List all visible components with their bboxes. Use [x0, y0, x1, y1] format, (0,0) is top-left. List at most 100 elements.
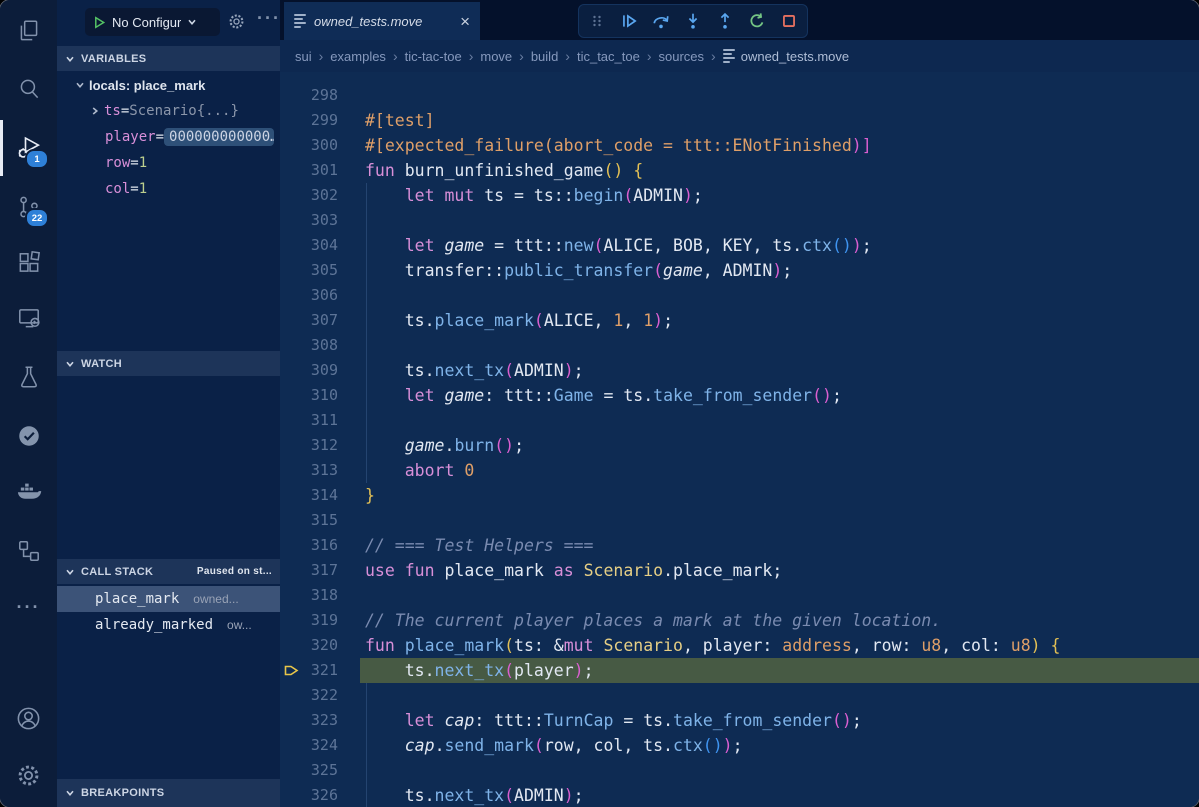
line-number[interactable]: 311: [280, 408, 338, 433]
code-line[interactable]: 315: [280, 508, 1199, 533]
line-number[interactable]: 323: [280, 708, 338, 733]
line-number[interactable]: 316: [280, 533, 338, 558]
code-line[interactable]: 324 cap.send_mark(row, col, ts.ctx());: [280, 733, 1199, 758]
code-line[interactable]: 298: [280, 83, 1199, 108]
breadcrumb-item[interactable]: owned_tests.move: [723, 47, 849, 65]
variables-scope-row[interactable]: locals: place_mark: [57, 72, 280, 98]
close-tab-icon[interactable]: ×: [460, 13, 470, 30]
continue-icon[interactable]: [617, 9, 641, 33]
line-number[interactable]: 307: [280, 308, 338, 333]
extensions-icon[interactable]: [0, 238, 57, 288]
line-number[interactable]: 318: [280, 583, 338, 608]
code-line[interactable]: 304 let game = ttt::new(ALICE, BOB, KEY,…: [280, 233, 1199, 258]
line-number[interactable]: 313: [280, 458, 338, 483]
code-line[interactable]: 300#[expected_failure(abort_code = ttt::…: [280, 133, 1199, 158]
testing-icon[interactable]: [0, 352, 57, 402]
line-number[interactable]: 326: [280, 783, 338, 807]
step-out-icon[interactable]: [713, 9, 737, 33]
more-icon[interactable]: ···: [0, 582, 57, 632]
line-number[interactable]: 312: [280, 433, 338, 458]
code-line[interactable]: 323 let cap: ttt::TurnCap = ts.take_from…: [280, 708, 1199, 733]
code-line[interactable]: 299#[test]: [280, 108, 1199, 133]
breadcrumb-item[interactable]: move: [480, 49, 512, 64]
variable-row[interactable]: player = 000000000000…: [57, 124, 280, 150]
breadcrumb-item[interactable]: sources: [659, 49, 705, 64]
code-line[interactable]: 326 ts.next_tx(ADMIN);: [280, 783, 1199, 807]
code-line[interactable]: 303: [280, 208, 1199, 233]
breadcrumb-item[interactable]: tic-tac-toe: [405, 49, 462, 64]
remote-explorer-icon[interactable]: [0, 293, 57, 343]
restart-icon[interactable]: [745, 9, 769, 33]
code-line[interactable]: 319// The current player places a mark a…: [280, 608, 1199, 633]
line-number[interactable]: 301: [280, 158, 338, 183]
code-line[interactable]: 305 transfer::public_transfer(game, ADMI…: [280, 258, 1199, 283]
breadcrumb-item[interactable]: tic_tac_toe: [577, 49, 640, 64]
step-over-icon[interactable]: [649, 9, 673, 33]
line-number[interactable]: 321: [280, 658, 338, 683]
code-line[interactable]: 309 ts.next_tx(ADMIN);: [280, 358, 1199, 383]
line-number[interactable]: 308: [280, 333, 338, 358]
line-number[interactable]: 315: [280, 508, 338, 533]
line-number[interactable]: 303: [280, 208, 338, 233]
run-config-dropdown[interactable]: No Configur: [85, 8, 220, 36]
code-line[interactable]: 307 ts.place_mark(ALICE, 1, 1);: [280, 308, 1199, 333]
call-stack-frame[interactable]: already_markedow...: [57, 612, 280, 638]
code-line[interactable]: 311: [280, 408, 1199, 433]
line-number[interactable]: 310: [280, 383, 338, 408]
line-number[interactable]: 324: [280, 733, 338, 758]
code-line[interactable]: 316// === Test Helpers ===: [280, 533, 1199, 558]
run-debug-icon[interactable]: 1: [0, 123, 57, 173]
debug-settings-gear-icon[interactable]: [227, 12, 246, 31]
source-control-icon[interactable]: 22: [0, 182, 57, 232]
step-into-icon[interactable]: [681, 9, 705, 33]
breadcrumb-item[interactable]: sui: [295, 49, 312, 64]
code-line[interactable]: 321 ts.next_tx(player);: [280, 658, 1199, 683]
line-number[interactable]: 309: [280, 358, 338, 383]
stop-icon[interactable]: [777, 9, 801, 33]
code-line[interactable]: 314}: [280, 483, 1199, 508]
variable-row[interactable]: col = 1: [57, 176, 280, 202]
code-line[interactable]: 317use fun place_mark as Scenario.place_…: [280, 558, 1199, 583]
variable-row[interactable]: row = 1: [57, 150, 280, 176]
line-number[interactable]: 320: [280, 633, 338, 658]
code-line[interactable]: 318: [280, 583, 1199, 608]
line-number[interactable]: 322: [280, 683, 338, 708]
code-line[interactable]: 302 let mut ts = ts::begin(ADMIN);: [280, 183, 1199, 208]
code-line[interactable]: 313 abort 0: [280, 458, 1199, 483]
code-line[interactable]: 306: [280, 283, 1199, 308]
search-icon[interactable]: [0, 64, 57, 114]
line-number[interactable]: 300: [280, 133, 338, 158]
explorer-icon[interactable]: [0, 6, 57, 56]
variables-section-header[interactable]: VARIABLES: [57, 46, 280, 71]
line-number[interactable]: 325: [280, 758, 338, 783]
tab-owned-tests[interactable]: owned_tests.move ×: [284, 2, 480, 40]
line-number[interactable]: 319: [280, 608, 338, 633]
code-line[interactable]: 312 game.burn();: [280, 433, 1199, 458]
breadcrumb-item[interactable]: build: [531, 49, 558, 64]
line-number[interactable]: 305: [280, 258, 338, 283]
code-line[interactable]: 301fun burn_unfinished_game() {: [280, 158, 1199, 183]
hierarchy-icon[interactable]: [0, 526, 57, 576]
code-line[interactable]: 320fun place_mark(ts: &mut Scenario, pla…: [280, 633, 1199, 658]
line-number[interactable]: 304: [280, 233, 338, 258]
call-stack-frame[interactable]: place_markowned...: [57, 586, 280, 612]
code-line[interactable]: 310 let game: ttt::Game = ts.take_from_s…: [280, 383, 1199, 408]
code-line[interactable]: 308: [280, 333, 1199, 358]
call-stack-section-header[interactable]: CALL STACK Paused on st...: [57, 559, 280, 584]
account-icon[interactable]: [0, 693, 57, 743]
drag-grip-icon[interactable]: [585, 9, 609, 33]
settings-gear-icon[interactable]: [0, 750, 57, 800]
code-area[interactable]: 298299#[test]300#[expected_failure(abort…: [280, 72, 1199, 807]
line-number[interactable]: 314: [280, 483, 338, 508]
line-number[interactable]: 317: [280, 558, 338, 583]
breadcrumb-item[interactable]: examples: [330, 49, 386, 64]
line-number[interactable]: 302: [280, 183, 338, 208]
code-line[interactable]: 322: [280, 683, 1199, 708]
docker-icon[interactable]: [0, 467, 57, 517]
watch-section-header[interactable]: WATCH: [57, 351, 280, 376]
line-number[interactable]: 306: [280, 283, 338, 308]
sidebar-more-icon[interactable]: ···: [257, 8, 281, 29]
line-number[interactable]: 298: [280, 83, 338, 108]
line-number[interactable]: 299: [280, 108, 338, 133]
breakpoints-section-header[interactable]: BREAKPOINTS: [57, 779, 280, 807]
